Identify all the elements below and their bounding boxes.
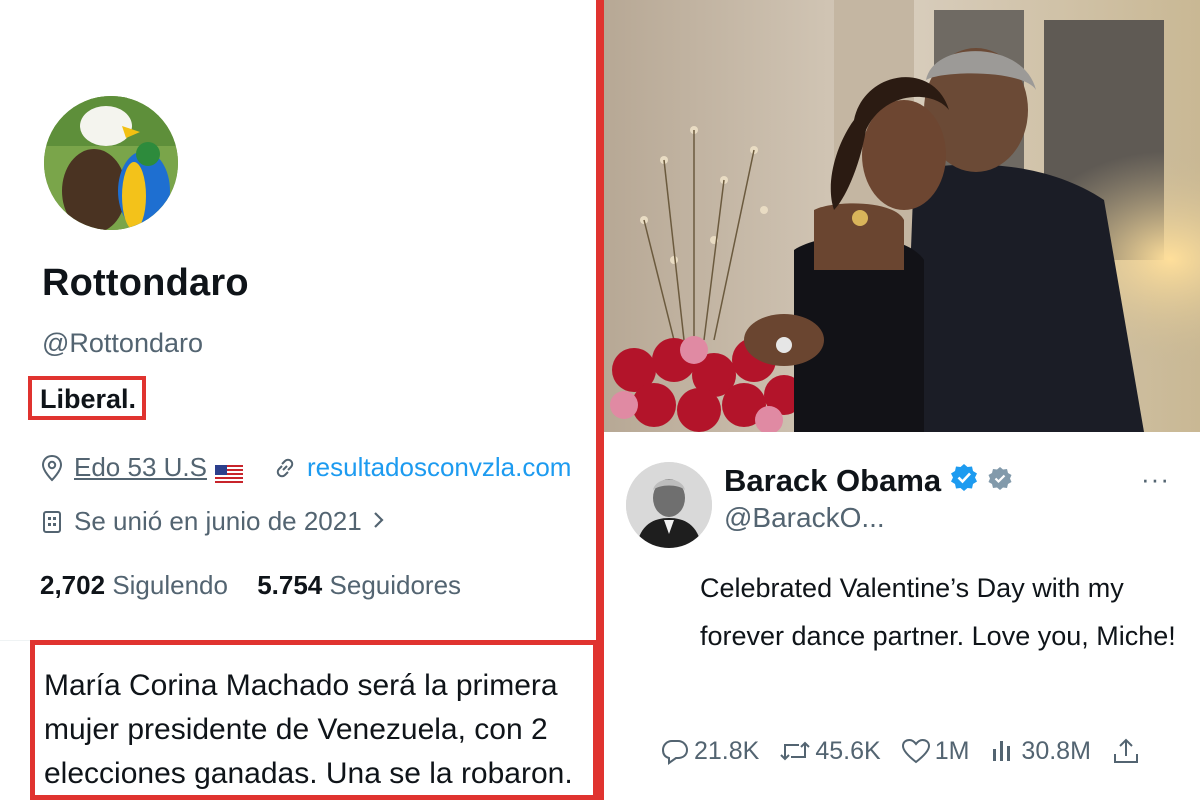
obama-display-name: Barack Obama (724, 463, 942, 498)
repost-icon (780, 741, 811, 761)
profile-joined-row[interactable]: Se unió en junio de 2021 (40, 506, 386, 537)
views-icon (993, 741, 1011, 761)
profile-handle: @Rottondaro (42, 328, 203, 358)
followers-count: 5.754 (257, 570, 323, 600)
profile-display-name: Rottondaro (42, 262, 249, 304)
repost-button[interactable]: 45.6K (779, 736, 881, 766)
following-stat[interactable]: 2,702 Sigulendo (40, 570, 228, 600)
chevron-right-icon (372, 506, 386, 537)
obama-avatar[interactable] (626, 462, 712, 548)
following-label: Sigulendo (112, 570, 228, 600)
following-count: 2,702 (40, 570, 106, 600)
profile-tweet-text: María Corina Machado será la primera muj… (44, 664, 596, 796)
obama-post-panel: Barack Obama @BarackO... ··· Celebrated … (604, 0, 1200, 800)
profile-avatar[interactable] (44, 96, 178, 230)
profile-joined-date: Se unió en junio de 2021 (74, 506, 362, 536)
views-button[interactable]: 30.8M (989, 736, 1091, 766)
panel-divider (596, 0, 604, 800)
followers-label: Seguidores (329, 570, 462, 600)
profile-panel: Rottondaro @Rottondaro Liberal. Edo 53 U… (0, 0, 596, 800)
like-icon (901, 738, 930, 764)
more-icon[interactable]: ··· (1141, 464, 1170, 495)
obama-handle: @BarackO... (724, 502, 885, 533)
obama-post-text: Celebrated Valentine’s Day with my forev… (700, 573, 1176, 651)
reply-icon (661, 740, 689, 765)
followers-stat[interactable]: 5.754 Seguidores (257, 570, 461, 600)
affiliate-badge-icon (987, 463, 1013, 499)
profile-stats: 2,702 Sigulendo 5.754 Seguidores (40, 570, 461, 601)
verified-badge-icon (949, 462, 979, 500)
profile-website-link[interactable]: resultadosconvzla.com (307, 452, 571, 483)
profile-location: Edo 53 U.S (74, 452, 207, 482)
like-button[interactable]: 1M (901, 736, 970, 766)
tweet-mention-name: María Corina Machado (44, 669, 350, 702)
reply-count: 21.8K (694, 736, 760, 765)
profile-meta-row: Edo 53 U.S resultadosconvzla.com (40, 452, 571, 483)
post-actions: 21.8K 45.6K 1M 30.8M (660, 736, 1180, 766)
us-flag-icon (214, 459, 243, 483)
views-count: 30.8M (1021, 736, 1091, 765)
calendar-icon (40, 508, 64, 536)
post-photo[interactable] (604, 0, 1200, 434)
link-icon (273, 454, 297, 482)
reply-button[interactable]: 21.8K (660, 737, 759, 766)
share-icon (1113, 738, 1138, 763)
profile-bio: Liberal. (40, 384, 137, 414)
share-button[interactable] (1111, 736, 1145, 766)
like-count: 1M (934, 736, 970, 765)
location-icon (40, 454, 64, 482)
obama-name-row[interactable]: Barack Obama (724, 462, 1013, 500)
post-card: Barack Obama @BarackO... ··· Celebrated … (604, 432, 1200, 800)
repost-count: 45.6K (815, 736, 881, 765)
